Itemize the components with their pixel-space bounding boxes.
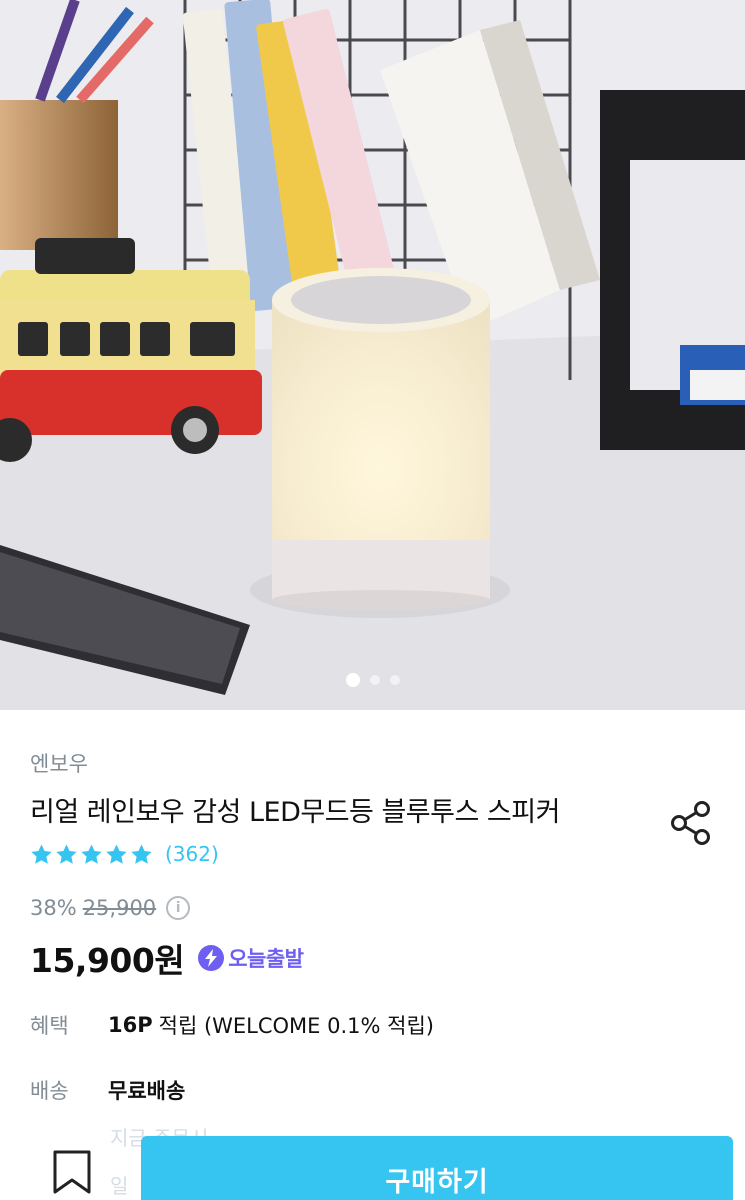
star-icon — [131, 843, 152, 864]
rating-stars — [30, 843, 153, 866]
today-shipping-badge: 오늘출발 — [198, 943, 304, 973]
rating-row[interactable]: (362) — [30, 842, 219, 866]
carousel-indicator — [0, 673, 745, 687]
info-icon[interactable]: i — [166, 896, 191, 920]
discount-rate: 38% — [30, 896, 77, 920]
sale-price: 15,900원 — [30, 941, 185, 980]
carousel-dot-1[interactable] — [345, 673, 360, 687]
product-title: 리얼 레인보우 감성 LED무드등 블루투스 스피커 — [30, 797, 560, 828]
benefit-text: 적립 (WELCOME 0.1% 적립) — [158, 1014, 434, 1038]
benefit-points: 16P — [108, 1013, 153, 1037]
review-count-link[interactable]: (362) — [165, 842, 219, 866]
original-price: 25,900 — [82, 896, 157, 920]
bookmark-button[interactable] — [50, 1148, 94, 1198]
shipping-note-2: 일 — [110, 1174, 129, 1198]
buy-button[interactable]: 구매하기 — [141, 1136, 733, 1200]
star-icon — [81, 843, 102, 864]
carousel-dot-2[interactable] — [369, 675, 380, 685]
product-image-carousel[interactable] — [0, 0, 745, 710]
benefit-row: 혜택 16P 적립 (WELCOME 0.1% 적립) — [30, 1010, 434, 1040]
star-icon — [106, 843, 127, 864]
today-shipping-label: 오늘출발 — [228, 947, 304, 971]
lightning-icon — [198, 945, 225, 971]
bookmark-icon — [53, 1150, 91, 1194]
shipping-value: 무료배송 — [108, 1079, 186, 1103]
star-icon — [56, 843, 77, 864]
benefit-label: 혜택 — [30, 1014, 69, 1038]
product-photo — [0, 0, 745, 710]
shipping-label: 배송 — [30, 1079, 69, 1103]
share-icon — [671, 801, 710, 845]
discount-row: 38% 25,900 i — [30, 896, 191, 920]
price-row: 15,900원 오늘출발 — [30, 934, 304, 982]
brand-name[interactable]: 엔보우 — [30, 748, 88, 778]
shipping-row: 배송 무료배송 — [30, 1075, 185, 1105]
star-icon — [31, 843, 52, 864]
share-button[interactable] — [670, 800, 714, 846]
carousel-dot-3[interactable] — [389, 675, 400, 685]
